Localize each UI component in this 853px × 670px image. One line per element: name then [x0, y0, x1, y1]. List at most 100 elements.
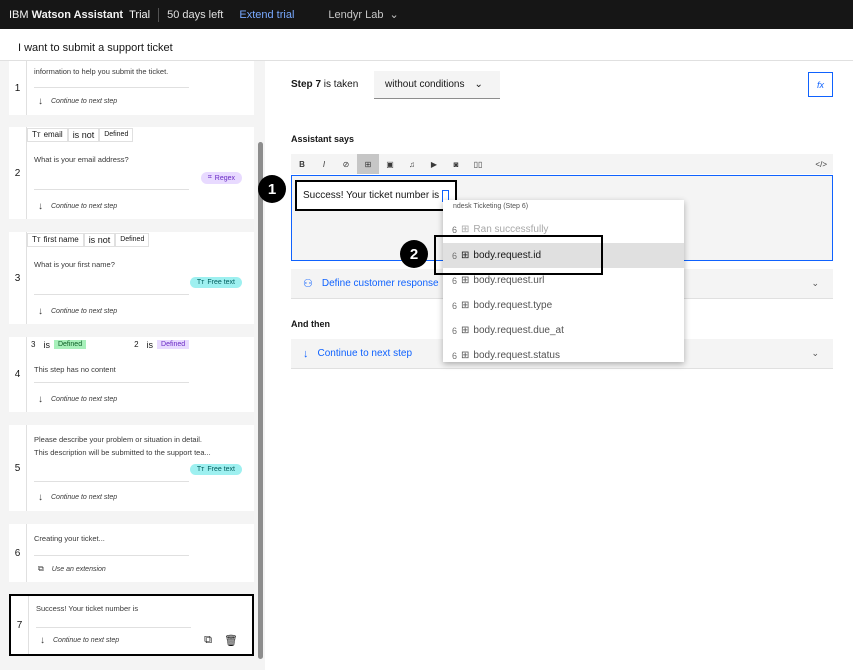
response-type-tag: Tт Free text [189, 277, 242, 288]
variable-label: Ran successfully [473, 224, 549, 235]
instance-switcher[interactable]: Lendyr Lab ⌄ [328, 8, 398, 22]
extension-icon: ⧉ [38, 564, 44, 573]
callout-badge-1: 1 [258, 175, 286, 203]
days-left: 50 days left [167, 8, 224, 21]
response-type-tag: Tт Free text [189, 464, 242, 475]
condition-dropdown[interactable]: without conditions ⌄ [374, 71, 500, 99]
link-icon[interactable]: ⊘ [335, 154, 357, 174]
variable-icon: ⊞ [461, 300, 470, 311]
step-card-2[interactable]: 2 Tт email is not Defined What is your em… [9, 127, 254, 219]
step-text-line-2: This description will be submitted to th… [34, 448, 211, 457]
condition-variable: 3 [27, 337, 40, 352]
step-number: 3 [9, 232, 27, 324]
variable-picker: ndesk Ticketing (Step 6) 6 ⊞ Ran successf… [443, 200, 684, 362]
divider [34, 555, 189, 556]
brand-name: Watson Assistant [31, 8, 124, 21]
step-next: ↓ Continue to next step [38, 96, 117, 107]
assistant-says-label: Assistant says [291, 134, 355, 144]
step-card-4[interactable]: 4 3 is Defined 2 is Defined This step ha… [9, 337, 254, 412]
step-next: ↓ Continue to next step [40, 635, 119, 646]
text-type-icon: Tт [32, 130, 41, 139]
step-editor: Step 7 is taken without conditions ⌄ fx … [265, 61, 853, 670]
step-next: ↓ Continue to next step [38, 201, 117, 212]
condition-var-label: email [43, 130, 63, 139]
text-type-icon: Tт [32, 235, 41, 244]
audio-icon[interactable]: ♫ [401, 154, 423, 174]
divider [34, 189, 189, 190]
variable-icon: ⊞ [461, 325, 470, 336]
step-next: ↓ Continue to next step [38, 394, 117, 405]
video-icon[interactable]: ▶ [423, 154, 445, 174]
bold-button[interactable]: B [291, 154, 313, 174]
continue-label: Continue to next step [51, 308, 118, 315]
step-prefix: 6 [452, 224, 458, 235]
iframe-icon[interactable]: ◙ [445, 154, 467, 174]
divider [34, 481, 189, 482]
message-text[interactable]: Success! Your ticket number is [295, 180, 458, 211]
continue-label: Continue to next step [51, 98, 118, 105]
step-card-6[interactable]: 6 Creating your ticket... ⧉ Use an exten… [9, 524, 254, 582]
divider [158, 7, 160, 22]
variable-label: body.request.type [473, 300, 553, 311]
step-card-1[interactable]: 1 information to help you submit the tic… [9, 61, 254, 115]
arrow-down-icon: ↓ [38, 96, 43, 107]
options-icon[interactable]: ▯▯ [467, 154, 489, 174]
code-view-button[interactable]: </> [815, 160, 827, 169]
step-card-3[interactable]: 3 Tт first name is not Defined What is yo… [9, 232, 254, 324]
brand-prefix: IBM [9, 8, 29, 21]
step-list: 1 information to help you submit the tic… [0, 61, 265, 670]
top-bar: IBM Watson Assistant Trial 50 days left … [0, 0, 853, 29]
variable-option[interactable]: 6 ⊞ body.request.due_at [443, 318, 684, 343]
arrow-down-icon: ↓ [38, 492, 43, 503]
step-text: Creating your ticket... [34, 534, 105, 543]
step-condition: Tт email is not Defined [27, 127, 134, 142]
continue-label: Continue to next step [53, 637, 120, 644]
step-text: This step has no content [34, 365, 116, 374]
step-label: Step 7 [291, 79, 322, 90]
step-number: 1 [9, 61, 27, 115]
step-prefix: 6 [452, 325, 458, 336]
step-card-7[interactable]: 7 Success! Your ticket number is ↓ Conti… [9, 594, 254, 656]
step-prefix: 6 [452, 300, 458, 311]
step-next: ↓ Continue to next step [38, 306, 117, 317]
insert-variable-icon[interactable]: ⊞ [357, 154, 379, 174]
fx-label: fx [816, 79, 824, 90]
condition-var-label: first name [43, 235, 79, 244]
step-condition-header: Step 7 is taken [291, 79, 358, 90]
action-title[interactable]: I want to submit a support ticket [18, 42, 173, 54]
step-prefix: 6 [452, 350, 458, 361]
sidebar-scrollbar[interactable] [258, 142, 263, 659]
variable-group-header: ndesk Ticketing (Step 6) [453, 203, 529, 210]
condition-variable: 2 [130, 337, 143, 352]
condition-variable: Tт first name [27, 232, 84, 247]
step-condition: Tт first name is not Defined [27, 232, 150, 247]
user-icon: ⚇ [303, 278, 313, 290]
variable-label: body.request.due_at [473, 325, 564, 336]
variable-option[interactable]: 6 ⊞ body.request.type [443, 293, 684, 318]
trash-icon[interactable]: 🗑 [224, 634, 238, 647]
continue-label: Continue to next step [51, 203, 118, 210]
duplicate-icon[interactable]: ⧉ [204, 634, 212, 647]
step-text-line-1: Please describe your problem or situatio… [34, 435, 203, 444]
define-response-label: Define customer response [321, 278, 439, 289]
image-icon[interactable]: ▣ [379, 154, 401, 174]
step-number: 2 [9, 127, 27, 219]
message-content: Success! Your ticket number is [303, 190, 440, 201]
variable-icon: ⊞ [461, 350, 470, 361]
step-text: Success! Your ticket number is [36, 604, 139, 613]
continue-label: Continue to next step [51, 396, 118, 403]
tag-label: Free text [207, 279, 235, 286]
extend-trial-link[interactable]: Extend trial [239, 9, 294, 21]
and-then-value: Continue to next step [317, 348, 413, 359]
response-type-tag: ⌗ Regex [200, 172, 242, 184]
variable-icon: ⊞ [461, 275, 470, 286]
variables-fx-button[interactable]: fx [808, 72, 833, 97]
step-card-5[interactable]: 5 Please describe your problem or situat… [9, 425, 254, 511]
italic-button[interactable]: I [313, 154, 335, 174]
product-name: IBM Watson Assistant [0, 9, 123, 21]
condition-value: Defined [53, 340, 87, 349]
arrow-down-icon: ↓ [38, 394, 43, 405]
variable-icon: ⊞ [461, 224, 470, 235]
step-number: 4 [9, 337, 27, 412]
variable-option[interactable]: 6 ⊞ body.request.status [443, 343, 684, 362]
